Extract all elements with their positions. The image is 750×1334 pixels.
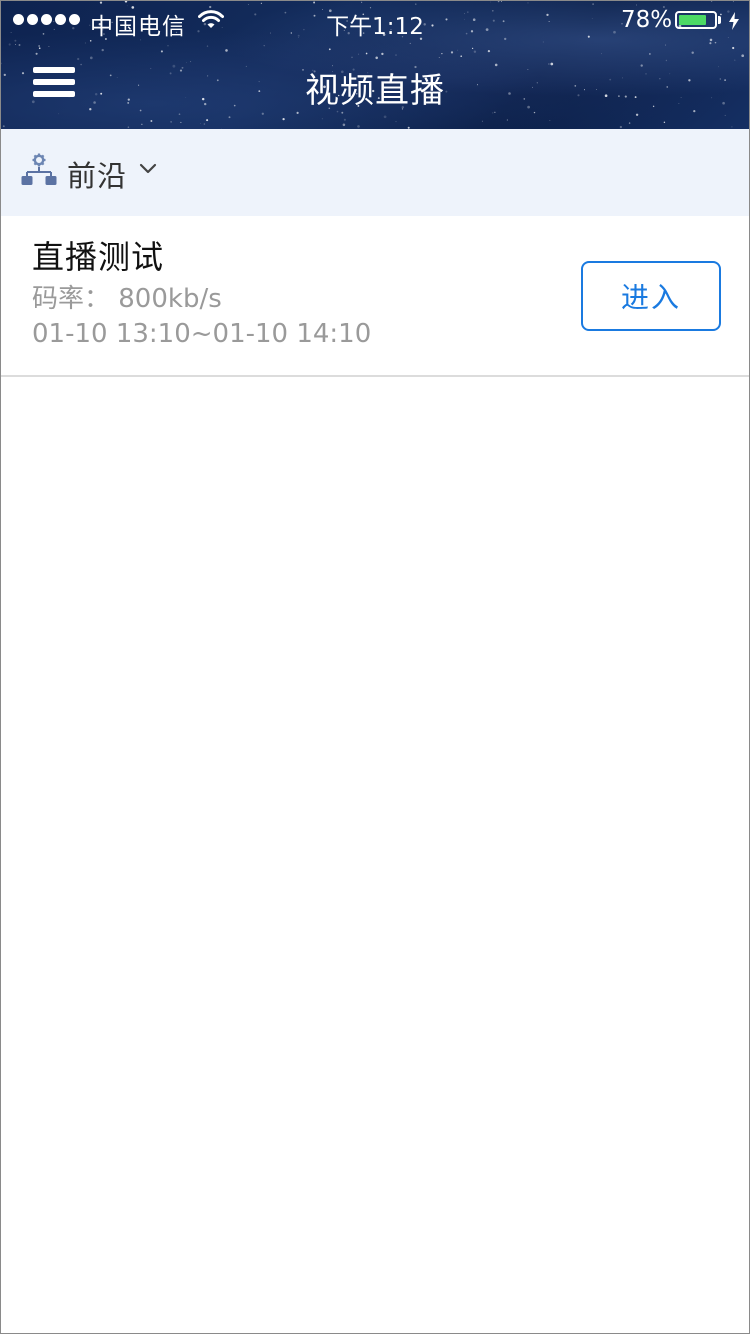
- battery-percent: 78%: [621, 7, 673, 33]
- header: 中国电信 下午1:12 78% 视频直播: [1, 1, 749, 129]
- page-title: 视频直播: [305, 71, 445, 111]
- stream-title: 直播测试: [32, 238, 165, 276]
- organization-icon: [21, 153, 57, 185]
- status-bar: 中国电信 下午1:12 78%: [1, 1, 749, 41]
- battery-level: [679, 15, 706, 25]
- enter-button[interactable]: 进入: [581, 261, 721, 331]
- organization-label: 前沿: [67, 159, 128, 193]
- battery-icon: [675, 11, 717, 29]
- chevron-down-icon[interactable]: [139, 162, 157, 176]
- organization-filter[interactable]: 前沿: [1, 129, 749, 216]
- list-empty-area: [1, 377, 749, 1333]
- stream-time-range: 01-10 13:10~01-10 14:10: [32, 319, 372, 349]
- charging-icon: [729, 12, 739, 30]
- app-screen: 中国电信 下午1:12 78% 视频直播 前沿 直播测试 码率： 800kb/s…: [0, 0, 750, 1334]
- battery-cap: [718, 16, 721, 24]
- stream-bitrate: 码率： 800kb/s: [32, 284, 222, 314]
- list-item: 直播测试 码率： 800kb/s 01-10 13:10~01-10 14:10…: [1, 216, 749, 377]
